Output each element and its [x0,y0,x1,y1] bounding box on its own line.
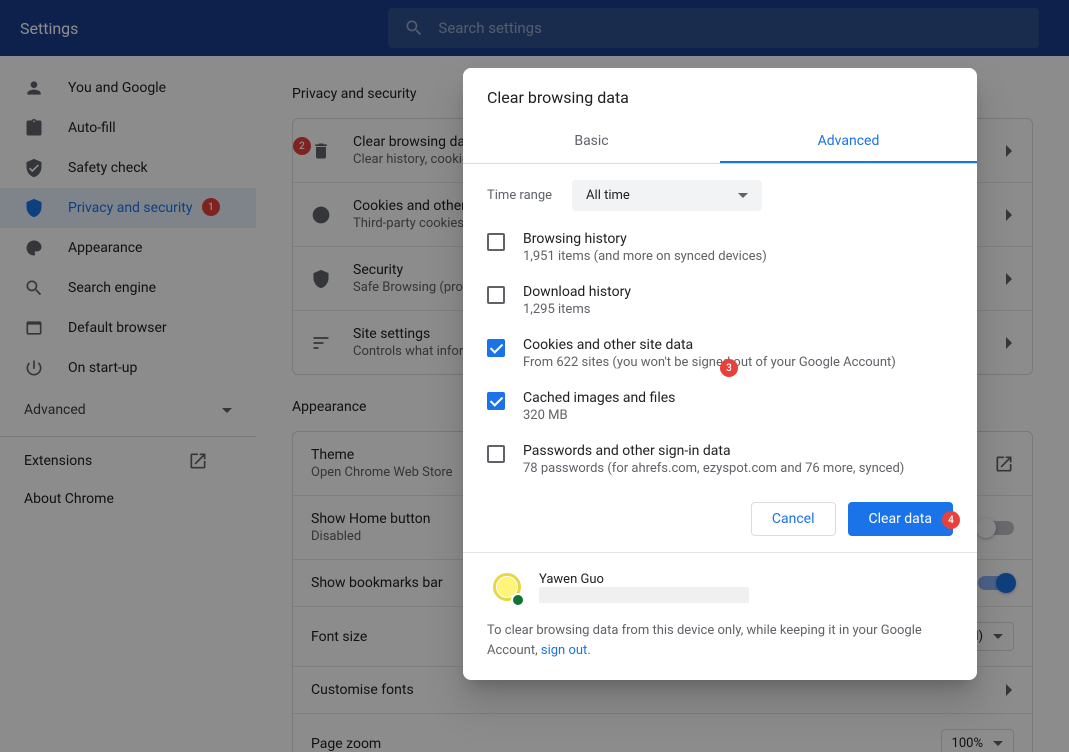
time-range-select[interactable]: All time [572,180,762,211]
check-subtitle: From 622 sites (you won't be signed out … [523,355,896,370]
clear-data-label: Clear data [869,511,932,527]
check-cached[interactable]: Cached images and files 320 MB [463,380,971,433]
check-title: Download history [523,284,631,300]
check-browsing-history[interactable]: Browsing history 1,951 items (and more on… [463,221,971,274]
annotation-4: 4 [942,511,960,529]
check-subtitle: 78 passwords (for ahrefs.com, ezyspot.co… [523,461,904,476]
dialog-title: Clear browsing data [463,68,977,121]
account-email-redacted [539,587,749,603]
check-passwords[interactable]: Passwords and other sign-in data 78 passw… [463,433,971,482]
chevron-down-icon [738,193,748,198]
check-title: Cookies and other site data [523,337,896,353]
checkbox[interactable] [487,392,505,410]
clear-data-button[interactable]: Clear data 4 [848,502,953,536]
avatar [487,567,527,607]
tab-basic[interactable]: Basic [463,121,720,163]
check-title: Cached images and files [523,390,675,406]
check-cookies[interactable]: Cookies and other site data From 622 site… [463,327,971,380]
time-range-label: Time range [487,188,552,203]
sync-badge-icon [511,593,525,607]
annotation-3: 3 [720,359,738,377]
check-subtitle: 1,951 items (and more on synced devices) [523,249,767,264]
tab-advanced[interactable]: Advanced [720,121,977,163]
account-section: Yawen Guo To clear browsing data from th… [463,553,977,680]
dialog-tabs: Basic Advanced [463,121,977,164]
checkbox[interactable] [487,286,505,304]
time-range-value: All time [586,188,630,203]
checkbox[interactable] [487,445,505,463]
cancel-button[interactable]: Cancel [751,502,836,536]
check-title: Browsing history [523,231,767,247]
check-subtitle: 320 MB [523,408,675,423]
dialog-body: Time range All time Browsing history 1,95… [463,164,977,482]
checkbox[interactable] [487,233,505,251]
checkbox[interactable] [487,339,505,357]
account-note: To clear browsing data from this device … [487,621,953,660]
account-name: Yawen Guo [539,572,749,587]
dialog-buttons: Cancel Clear data 4 [463,482,977,553]
sign-out-link[interactable]: sign out [541,643,587,658]
clear-browsing-data-dialog: Clear browsing data Basic Advanced Time … [463,68,977,680]
check-subtitle: 1,295 items [523,302,631,317]
check-title: Passwords and other sign-in data [523,443,904,459]
check-download-history[interactable]: Download history 1,295 items [463,274,971,327]
